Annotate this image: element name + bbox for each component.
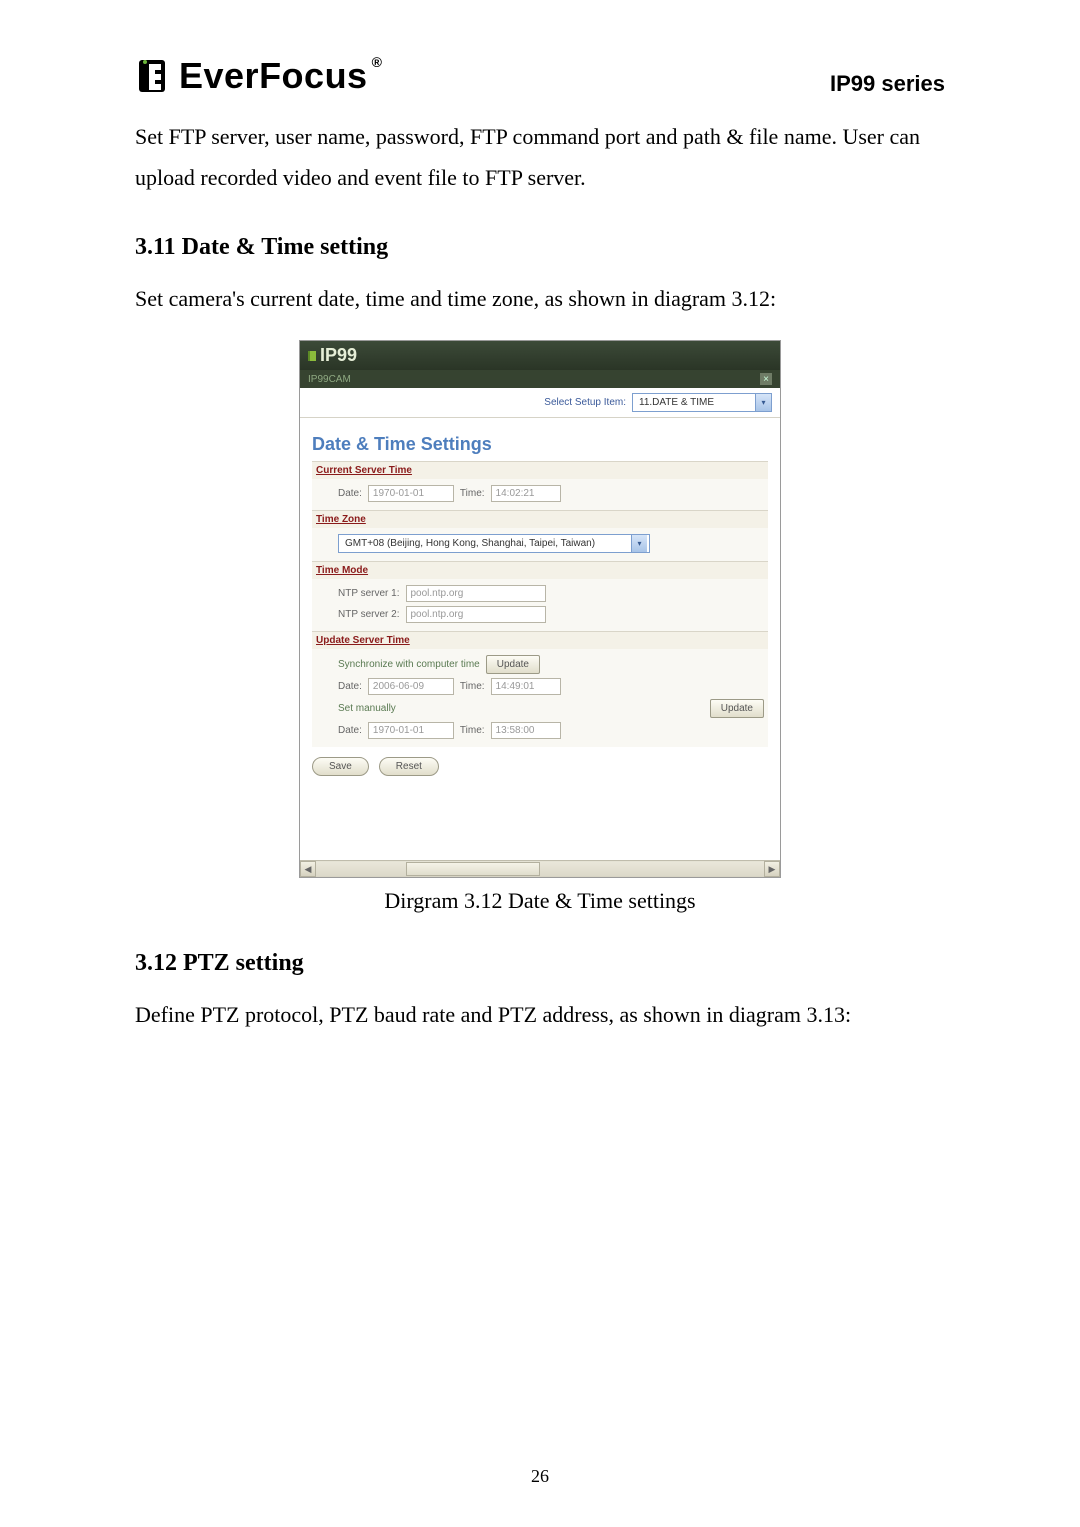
- timezone-dropdown[interactable]: GMT+08 (Beijing, Hong Kong, Shanghai, Ta…: [338, 534, 650, 553]
- scrollbar-thumb[interactable]: [406, 862, 540, 876]
- ntp2-input[interactable]: pool.ntp.org: [406, 606, 546, 623]
- select-setup-dropdown[interactable]: 11.DATE & TIME ▾: [632, 393, 772, 412]
- section-paragraph-date-time: Set camera's current date, time and time…: [135, 279, 945, 320]
- select-setup-value: 11.DATE & TIME: [633, 397, 755, 408]
- brand-logo: EverFocus ®: [135, 55, 382, 97]
- scroll-left-icon[interactable]: ◀: [300, 861, 316, 877]
- series-label: IP99 series: [830, 71, 945, 97]
- close-icon[interactable]: ×: [760, 373, 772, 385]
- sync-date-label: Date:: [338, 681, 362, 692]
- manual-label: Set manually: [338, 703, 396, 714]
- manual-date-input[interactable]: 1970-01-01: [368, 722, 454, 739]
- section-paragraph-ptz: Define PTZ protocol, PTZ baud rate and P…: [135, 995, 945, 1036]
- logo-square-icon: [308, 351, 316, 361]
- current-time-label: Time:: [460, 488, 485, 499]
- ntp1-label: NTP server 1:: [338, 588, 400, 599]
- sync-date-input[interactable]: 2006-06-09: [368, 678, 454, 695]
- brand-text: EverFocus: [179, 55, 368, 97]
- window-title: IP99: [320, 345, 357, 366]
- section-update-server-time: Update Server Time: [312, 631, 768, 649]
- scrollbar-track[interactable]: [316, 862, 764, 876]
- logo-icon: [135, 56, 175, 96]
- manual-date-label: Date:: [338, 725, 362, 736]
- sync-label: Synchronize with computer time: [338, 659, 480, 670]
- manual-time-label: Time:: [460, 725, 485, 736]
- save-button[interactable]: Save: [312, 757, 369, 776]
- horizontal-scrollbar[interactable]: ◀ ▶: [300, 860, 780, 877]
- chevron-down-icon: ▾: [755, 394, 771, 411]
- reset-button[interactable]: Reset: [379, 757, 439, 776]
- sync-update-button[interactable]: Update: [486, 655, 540, 674]
- section-current-server-time: Current Server Time: [312, 461, 768, 479]
- ntp2-label: NTP server 2:: [338, 609, 400, 620]
- intro-paragraph: Set FTP server, user name, password, FTP…: [135, 117, 945, 198]
- window-titlebar: IP99: [300, 341, 780, 370]
- page-title: Date & Time Settings: [312, 434, 768, 455]
- manual-update-button[interactable]: Update: [710, 699, 764, 718]
- scroll-right-icon[interactable]: ▶: [764, 861, 780, 877]
- ntp1-input[interactable]: pool.ntp.org: [406, 585, 546, 602]
- current-date-input[interactable]: 1970-01-01: [368, 485, 454, 502]
- current-time-input[interactable]: 14:02:21: [491, 485, 561, 502]
- figure-caption: Dirgram 3.12 Date & Time settings: [135, 888, 945, 914]
- registered-mark: ®: [372, 54, 383, 70]
- window-subtitle: IP99CAM: [308, 374, 351, 385]
- settings-screenshot: IP99 IP99CAM × Select Setup Item: 11.DAT…: [299, 340, 781, 878]
- window-subtitle-bar: IP99CAM ×: [300, 370, 780, 388]
- timezone-value: GMT+08 (Beijing, Hong Kong, Shanghai, Ta…: [339, 538, 631, 549]
- manual-time-input[interactable]: 13:58:00: [491, 722, 561, 739]
- sync-time-input[interactable]: 14:49:01: [491, 678, 561, 695]
- page-number: 26: [0, 1466, 1080, 1487]
- section-heading-ptz: 3.12 PTZ setting: [135, 950, 945, 977]
- sync-time-label: Time:: [460, 681, 485, 692]
- current-date-label: Date:: [338, 488, 362, 499]
- section-time-mode: Time Mode: [312, 561, 768, 579]
- section-heading-date-time: 3.11 Date & Time setting: [135, 234, 945, 261]
- chevron-down-icon: ▾: [631, 535, 647, 552]
- section-time-zone: Time Zone: [312, 510, 768, 528]
- select-setup-label: Select Setup Item:: [544, 397, 626, 408]
